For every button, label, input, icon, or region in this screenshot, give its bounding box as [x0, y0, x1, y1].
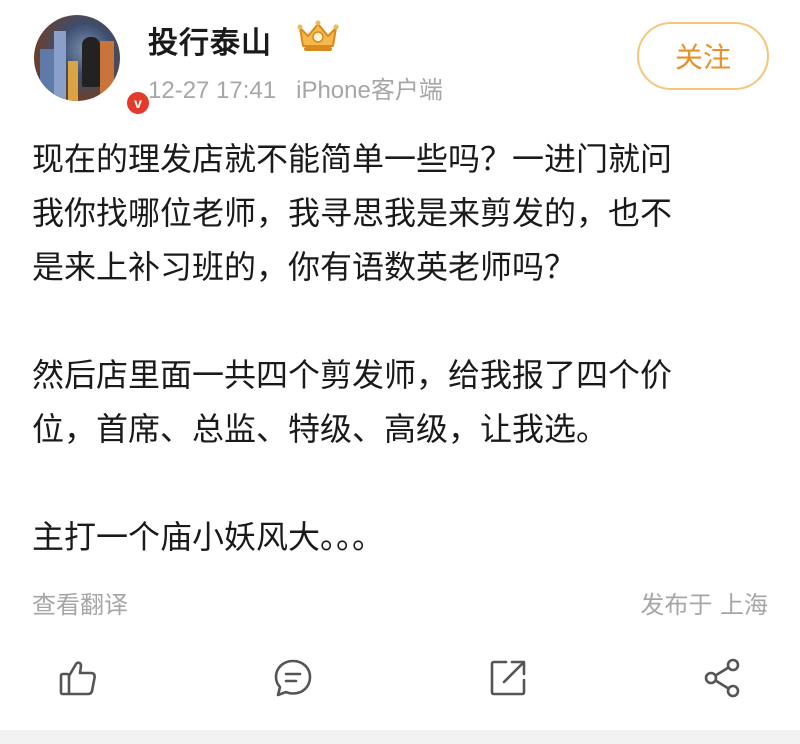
content-line: 现在的理发店就不能简单一些吗？一进门就问 — [32, 140, 673, 178]
post-meta: 12-27 17:41 iPhone客户端 — [148, 70, 443, 105]
avatar-image — [34, 15, 120, 101]
follow-button[interactable]: 关注 — [637, 22, 769, 90]
repost-icon[interactable] — [486, 656, 530, 700]
bottom-divider — [0, 730, 800, 744]
content-line: 是来上补习班的，你有语数英老师吗？ — [32, 248, 577, 286]
content-line: 位，首席、总监、特级、高级，让我选。 — [32, 410, 609, 448]
content-line: 然后店里面一共四个剪发师，给我报了四个价 — [32, 356, 673, 394]
post-header: v 投行泰山 12-27 17:41 iPhone客户端 关注 — [0, 0, 800, 120]
author-name[interactable]: 投行泰山 — [148, 18, 272, 62]
like-icon[interactable] — [56, 656, 100, 700]
action-bar — [0, 650, 800, 710]
share-icon[interactable] — [700, 656, 744, 700]
content-line: 主打一个庙小妖风大。。。 — [32, 518, 385, 556]
comment-icon[interactable] — [271, 656, 315, 700]
avatar[interactable]: v — [34, 15, 152, 117]
post-content: 现在的理发店就不能简单一些吗？一进门就问 我你找哪位老师，我寻思我是来剪发的，也… — [32, 132, 772, 564]
location-label: 发布于 上海 — [640, 591, 768, 619]
crown-badge-icon — [297, 20, 339, 51]
post-time: 12-27 17:41 — [148, 77, 277, 104]
content-line: 我你找哪位老师，我寻思我是来剪发的，也不 — [32, 194, 673, 232]
post-source[interactable]: iPhone客户端 — [296, 77, 443, 104]
translate-link[interactable]: 查看翻译 — [32, 585, 128, 620]
